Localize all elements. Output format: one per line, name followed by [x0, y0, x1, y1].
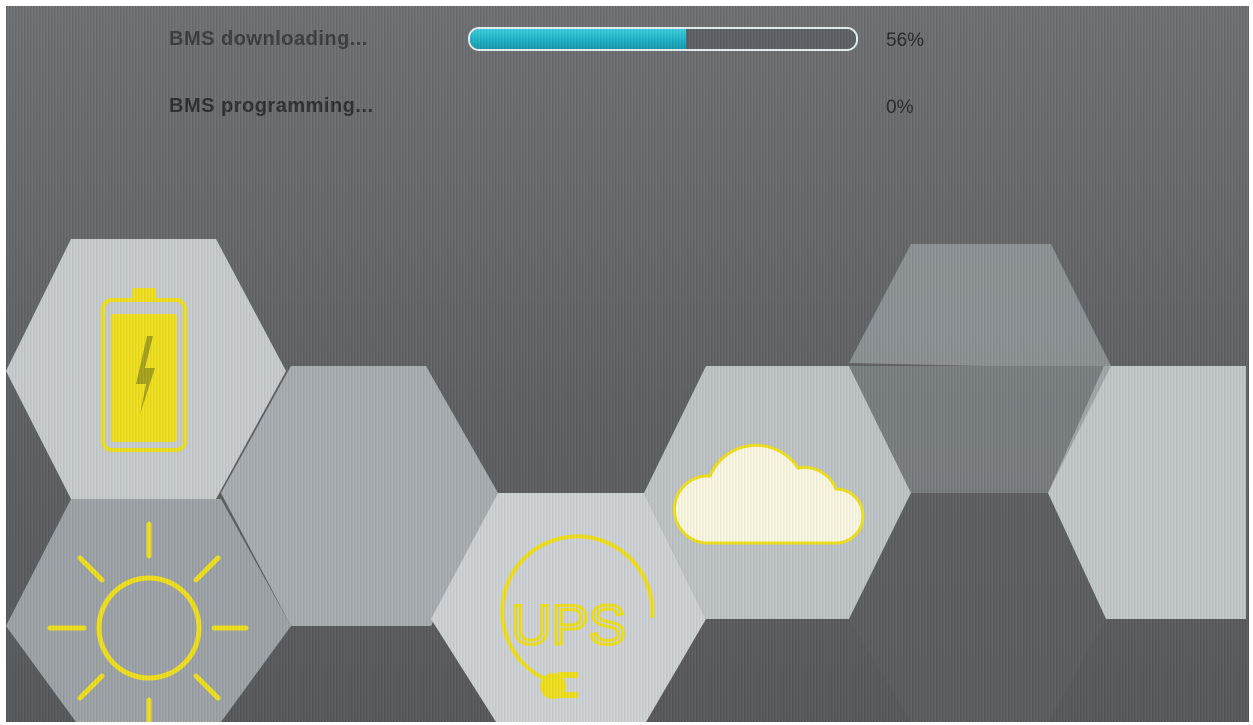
- status-row-download: BMS downloading... 56%: [6, 24, 1249, 54]
- program-percent: 0%: [886, 97, 914, 118]
- program-status-label: BMS programming...: [169, 95, 374, 117]
- download-progress-fill: [470, 29, 687, 49]
- download-percent: 56%: [886, 30, 925, 51]
- download-progress-bar: [468, 27, 858, 51]
- hex-tile-upper-right: [849, 244, 1111, 366]
- device-screen: UPS BMS downloading... 56% BMS programmi…: [6, 6, 1249, 722]
- ups-label: UPS: [511, 593, 626, 656]
- download-status-label: BMS downloading...: [169, 28, 368, 50]
- status-row-program: BMS programming... 0%: [6, 91, 1249, 121]
